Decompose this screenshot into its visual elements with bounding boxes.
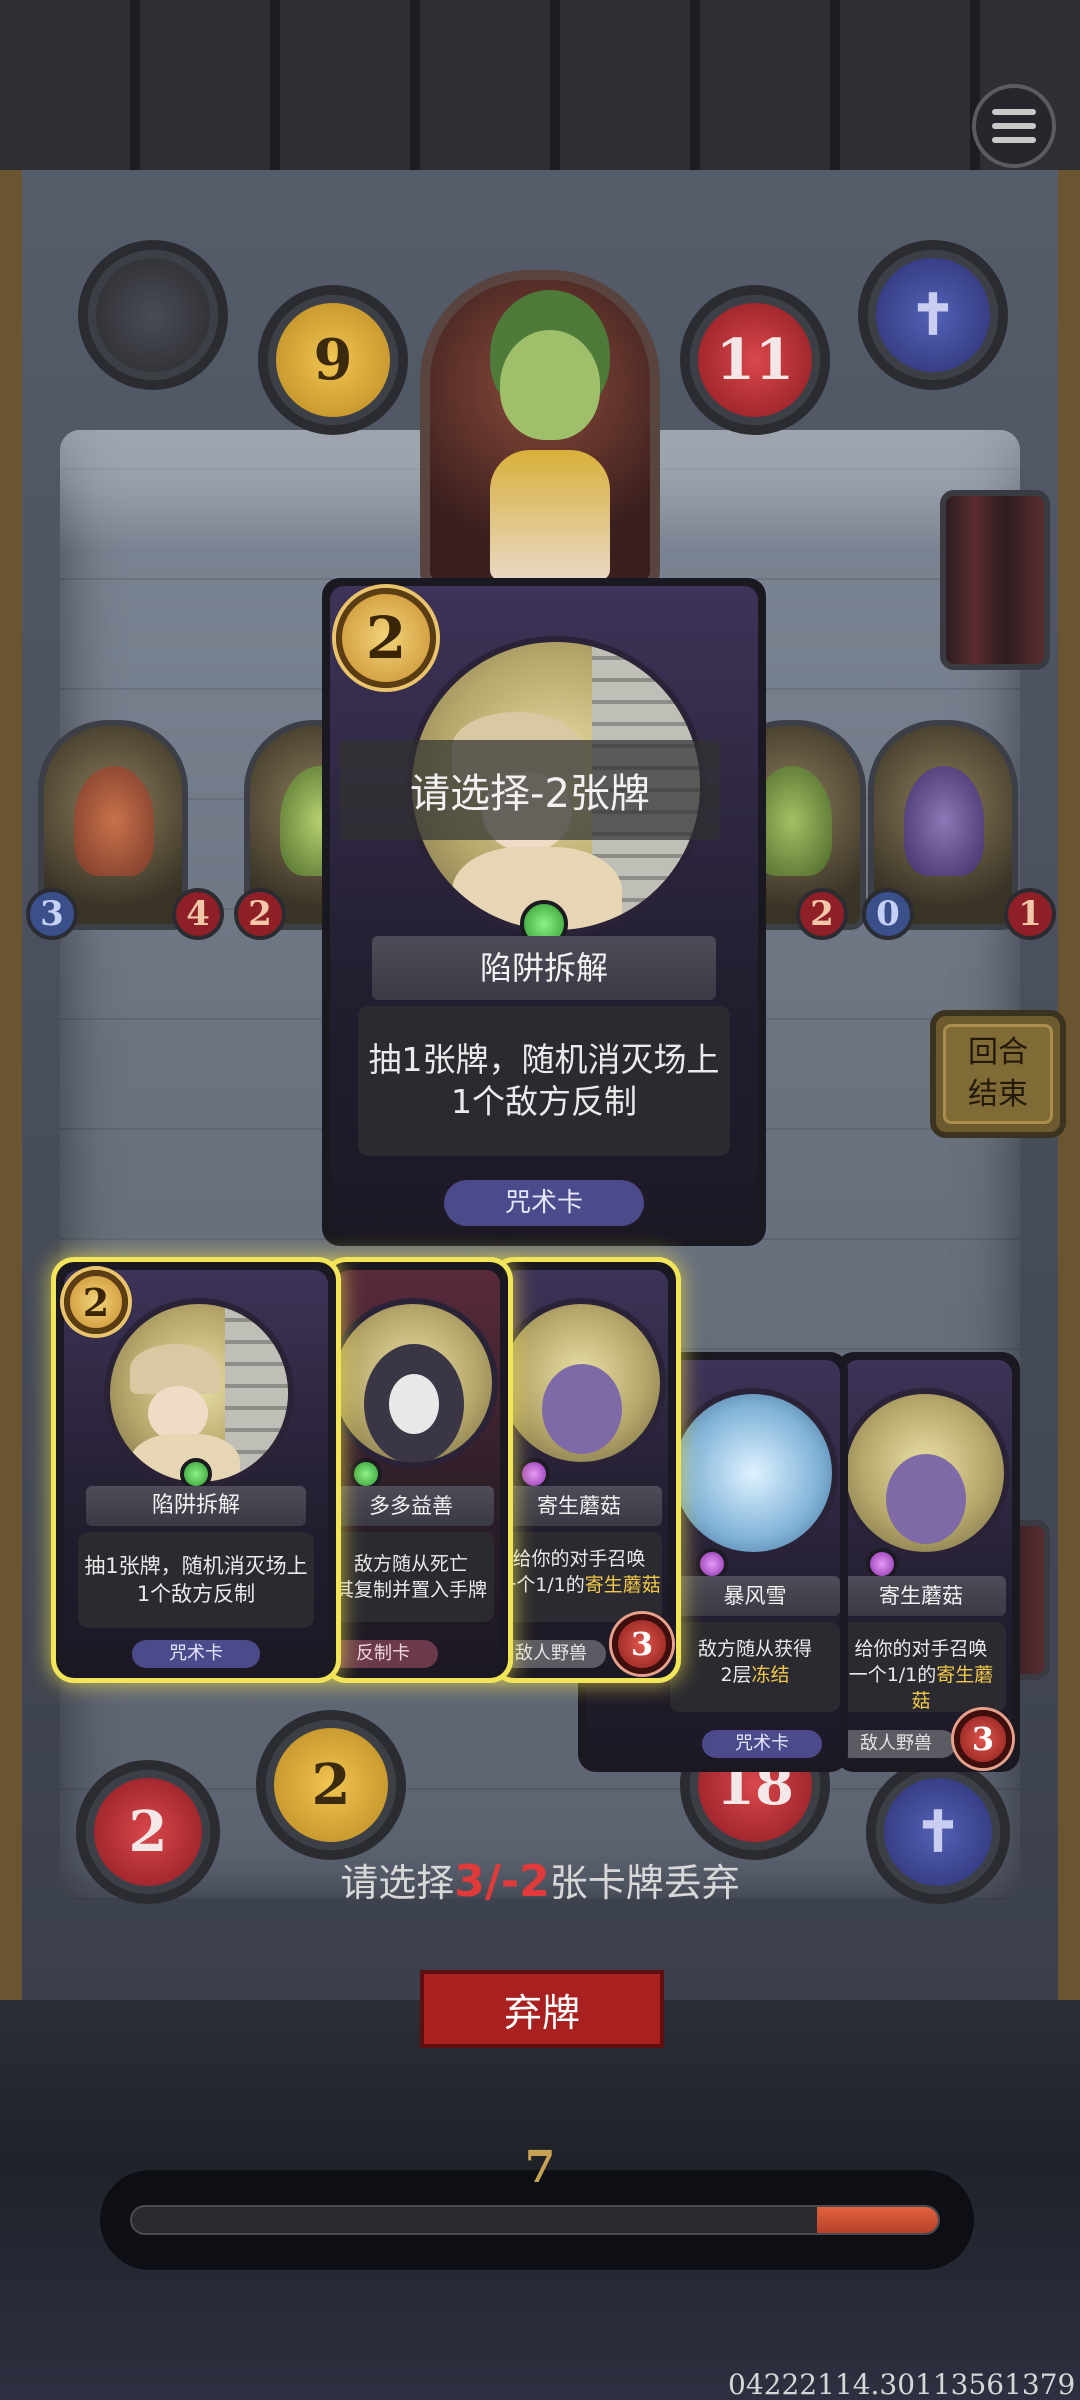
gold-value: 9 <box>313 327 353 393</box>
card-type: 咒术卡 <box>702 1730 822 1758</box>
menu-button[interactable] <box>972 84 1056 168</box>
minion-attack-value: 0 <box>876 894 900 934</box>
menu-icon-bar <box>992 137 1036 143</box>
card-cost-value: 2 <box>82 1279 110 1325</box>
hero-face <box>500 330 600 440</box>
end-turn-button[interactable]: 回合 结束 <box>930 1010 1066 1138</box>
hand-card-1[interactable]: 2 陷阱拆解 抽1张牌，随机消灭场上1个敌方反制 咒术卡 <box>56 1262 336 1678</box>
card-description: 给你的对手召唤 一个1/1的寄生蘑菇 <box>496 1532 662 1622</box>
hand-card-5[interactable]: 寄生蘑菇 给你的对手召唤 一个1/1的寄生蘑菇 敌人野兽 3 <box>836 1352 1020 1772</box>
discard-prompt: 请选择3/-2张卡牌丢弃 <box>0 1852 1080 1907</box>
card-cost-badge: 3 <box>612 1614 672 1674</box>
enemy-deck <box>940 490 1050 670</box>
minion-attack: 2 <box>234 888 286 940</box>
end-turn-label: 回合 结束 <box>943 1024 1053 1124</box>
card-description: 敌方随从获得 2层冻结 <box>670 1622 840 1712</box>
menu-icon <box>992 109 1036 115</box>
card-description: 抽1张牌，随机消灭场上1个敌方反制 <box>78 1532 314 1628</box>
prompt-count: 3/-2 <box>454 1856 550 1907</box>
minion-attack: 3 <box>26 888 78 940</box>
version-label: 04222114.30113561379 <box>728 2368 1076 2400</box>
player-gold-value: 2 <box>311 1752 351 1818</box>
minion-attack: 0 <box>862 888 914 940</box>
card-description-keyword: 寄生蘑菇 <box>584 1574 661 1596</box>
game-board: 9 11 ✝ 3 4 2 2 0 1 回合 结束 2 陷阱拆解 抽1张牌，随机消… <box>0 0 1080 2400</box>
card-description: 给你的对手召唤 一个1/1的寄生蘑菇 <box>836 1622 1006 1712</box>
minion-health: 4 <box>172 888 224 940</box>
fungal-beast-icon <box>904 766 984 876</box>
card-name: 多多益善 <box>328 1486 494 1526</box>
menu-icon-bar <box>992 123 1036 129</box>
card-art-fungal-beast <box>496 1298 666 1468</box>
tombstone-icon: ✝ <box>909 282 957 348</box>
art-beast <box>886 1454 966 1544</box>
card-cost-value: 3 <box>971 1720 995 1758</box>
art-beast <box>542 1364 622 1454</box>
card-description: 敌方随从死亡 其复制并置入手牌 <box>328 1532 494 1622</box>
art-mask <box>389 1374 439 1434</box>
card-name: 暴风雪 <box>670 1576 840 1616</box>
minion-attack-value: 2 <box>248 894 272 934</box>
health-value: 11 <box>716 327 794 393</box>
minion-health-value: 1 <box>1018 894 1042 934</box>
minion-health: 2 <box>796 888 848 940</box>
preview-card[interactable]: 2 陷阱拆解 抽1张牌，随机消灭场上1个敌方反制 咒术卡 <box>322 578 766 1246</box>
select-count-overlay: 请选择-2张牌 <box>340 740 720 840</box>
timer-bar-fill <box>817 2207 938 2233</box>
card-type: 咒术卡 <box>132 1640 260 1668</box>
card-type: 敌人野兽 <box>836 1730 956 1758</box>
card-type: 反制卡 <box>328 1640 438 1668</box>
health-counter: 11 <box>690 295 820 425</box>
player-gold-counter: 2 <box>266 1720 396 1850</box>
hero-body <box>490 450 610 580</box>
card-description: 抽1张牌，随机消灭场上1个敌方反制 <box>358 1006 730 1156</box>
card-name: 寄生蘑菇 <box>836 1576 1006 1616</box>
card-art-blizzard <box>668 1388 838 1558</box>
turn-timer-value: 7 <box>524 2142 556 2193</box>
hand-card-3[interactable]: 寄生蘑菇 给你的对手召唤 一个1/1的寄生蘑菇 敌人野兽 3 <box>496 1262 676 1678</box>
card-art-reaper <box>328 1298 498 1468</box>
card-name: 寄生蘑菇 <box>496 1486 662 1526</box>
prompt-text: 请选择 <box>340 1861 455 1905</box>
card-type: 咒术卡 <box>444 1180 644 1226</box>
hand-card-2[interactable]: 多多益善 敌方随从死亡 其复制并置入手牌 反制卡 <box>328 1262 508 1678</box>
discard-button[interactable]: 弃牌 <box>420 1970 664 2048</box>
card-cost-badge: 2 <box>336 588 436 688</box>
enemy-hero-portrait[interactable] <box>420 270 660 590</box>
minion-health: 1 <box>1004 888 1056 940</box>
card-name: 陷阱拆解 <box>372 936 716 1000</box>
enemy-shield-slot <box>88 250 218 380</box>
timer-bar <box>130 2205 940 2235</box>
gold-counter: 9 <box>268 295 398 425</box>
card-art-fungal-beast <box>840 1388 1010 1558</box>
card-cost-badge: 3 <box>954 1710 1012 1768</box>
card-description-keyword: 冻结 <box>751 1664 790 1686</box>
minion-health-value: 2 <box>810 894 834 934</box>
card-name: 陷阱拆解 <box>86 1486 306 1526</box>
minion-health-value: 4 <box>186 894 210 934</box>
art-face <box>148 1386 208 1441</box>
card-cost-value: 2 <box>365 604 407 672</box>
card-cost-badge: 2 <box>64 1270 128 1334</box>
minion-attack-value: 3 <box>40 894 64 934</box>
card-type: 敌人野兽 <box>496 1640 606 1668</box>
mushroom-icon <box>74 766 154 876</box>
card-cost-value: 3 <box>630 1625 654 1663</box>
prompt-text-tail: 张卡牌丢弃 <box>549 1861 740 1905</box>
tombstone-slot[interactable]: ✝ <box>868 250 998 380</box>
